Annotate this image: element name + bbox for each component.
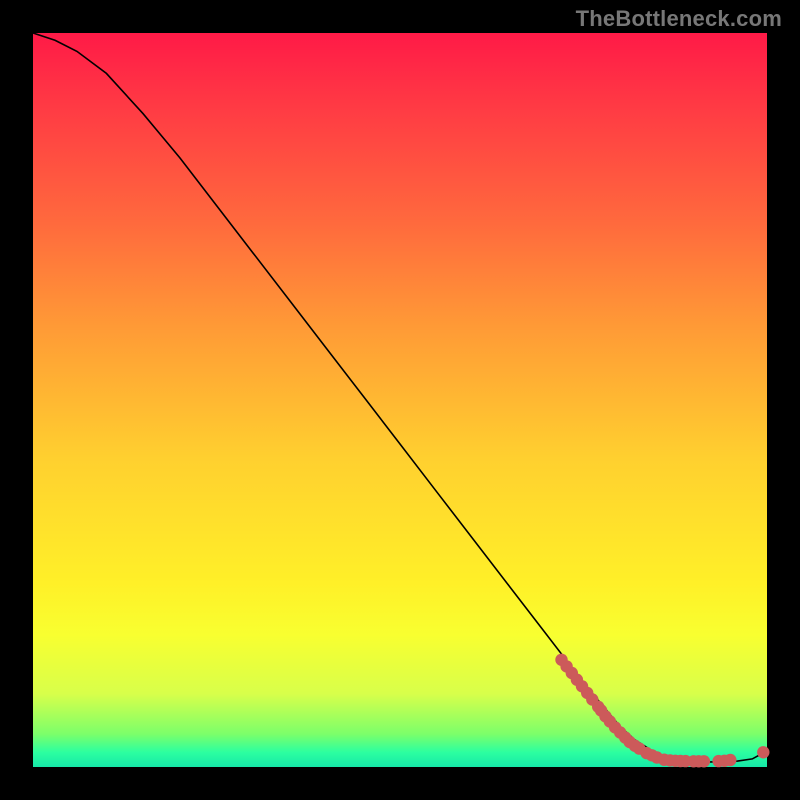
- scatter-dots: [555, 654, 769, 768]
- watermark-label: TheBottleneck.com: [576, 6, 782, 32]
- data-point: [724, 754, 736, 766]
- chart-overlay: [33, 33, 767, 767]
- data-point: [757, 746, 769, 758]
- data-point: [698, 755, 710, 767]
- curve-line: [33, 33, 767, 762]
- chart-frame: TheBottleneck.com: [0, 0, 800, 800]
